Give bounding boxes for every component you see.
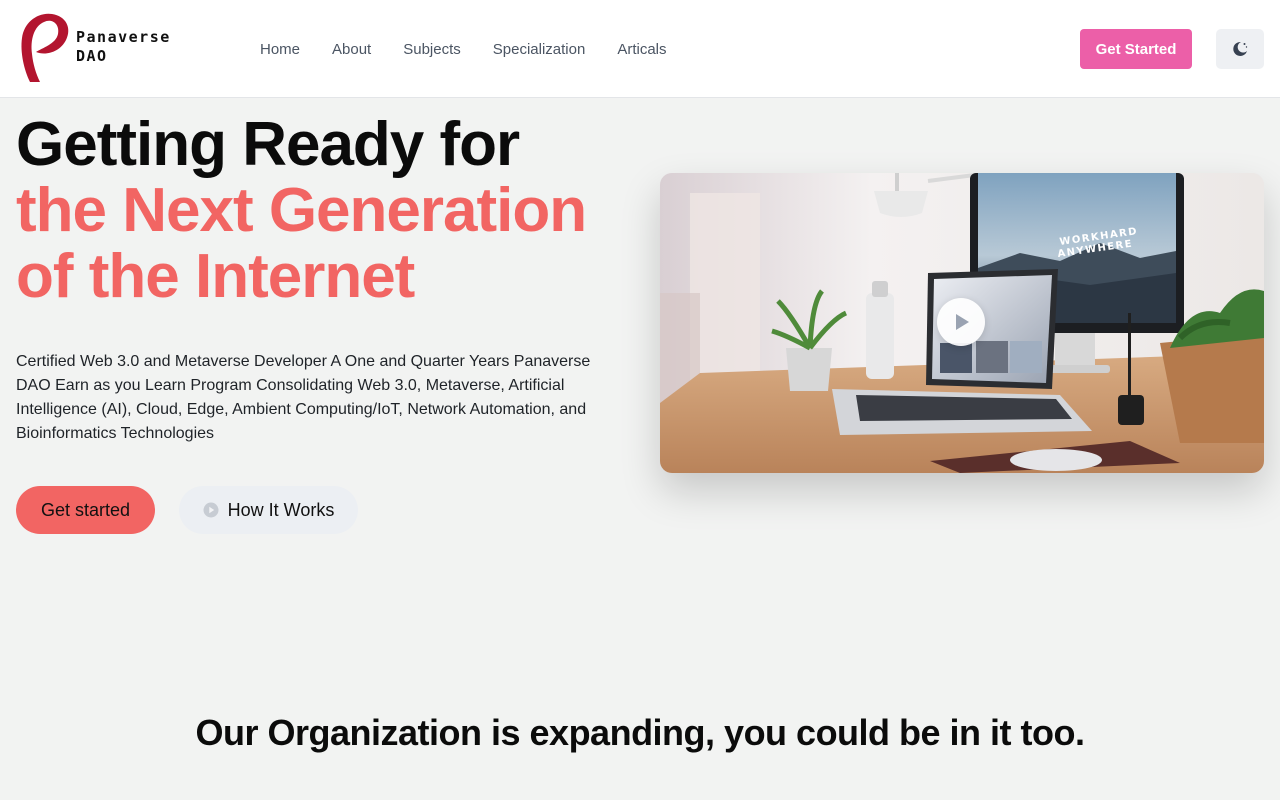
theme-toggle-button[interactable] (1216, 29, 1264, 69)
hero-title-line1: Getting Ready for (16, 110, 520, 179)
nav-item-about[interactable]: About (332, 40, 371, 60)
play-icon (956, 314, 969, 330)
moon-icon (1233, 41, 1248, 56)
header-get-started-button[interactable]: Get Started (1080, 29, 1192, 69)
play-circle-icon (203, 502, 219, 518)
how-it-works-button[interactable]: How It Works (179, 486, 358, 534)
brand-name-line2: DAO (76, 47, 108, 65)
hero-video-thumbnail[interactable]: WORKHARD ANYWHERE (660, 173, 1264, 473)
site-header: Panaverse DAO Home About Subjects Specia… (0, 0, 1280, 98)
hero-title: Getting Ready for the Next Generation of… (16, 110, 587, 311)
nav-item-specialization[interactable]: Specialization (493, 40, 586, 60)
nav-item-subjects[interactable]: Subjects (403, 40, 461, 60)
video-play-button[interactable] (937, 298, 985, 346)
brand-logo[interactable]: Panaverse DAO (16, 10, 186, 86)
hero-description: Certified Web 3.0 and Metaverse Develope… (16, 353, 591, 442)
hero-title-line2: the Next Generation (16, 176, 587, 245)
panaverse-logo-icon (21, 13, 69, 83)
organization-section-title: Our Organization is expanding, you could… (195, 712, 1085, 753)
how-it-works-label: How It Works (227, 499, 335, 520)
nav-item-home[interactable]: Home (260, 40, 300, 60)
hero-title-line3: of the Internet (16, 242, 415, 311)
get-started-button[interactable]: Get started (16, 486, 155, 534)
main-nav: Home About Subjects Specialization Artic… (260, 40, 699, 60)
brand-name-line1: Panaverse (76, 28, 171, 46)
brand-name: Panaverse DAO (76, 28, 171, 66)
nav-item-articals[interactable]: Articals (617, 40, 666, 60)
